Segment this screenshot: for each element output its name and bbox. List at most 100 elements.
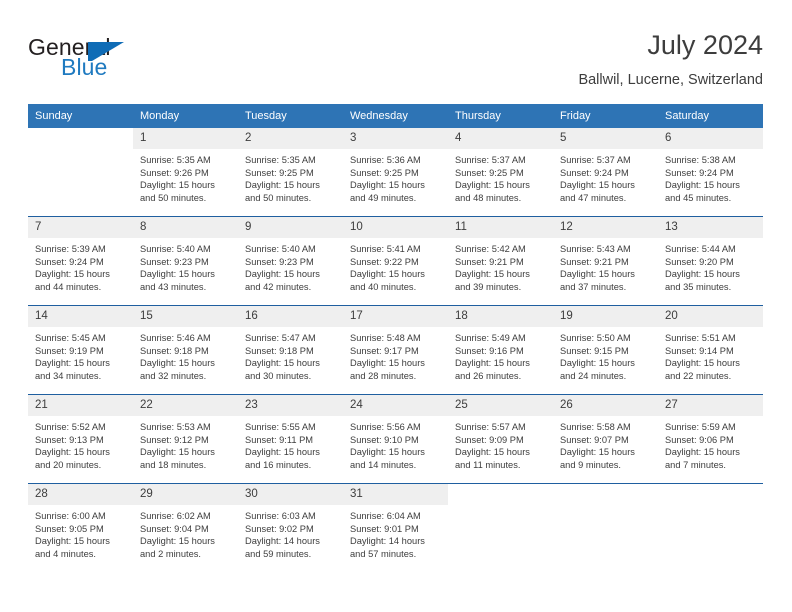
daylight-text-line1: Daylight: 15 hours: [140, 180, 215, 191]
sunset-text: Sunset: 9:02 PM: [245, 523, 314, 534]
calendar-day-cell[interactable]: 7 Sunrise: 5:39 AM Sunset: 9:24 PM Dayli…: [28, 216, 133, 306]
sunrise-text: Sunrise: 5:59 AM: [665, 422, 736, 432]
calendar-header-row: Sunday Monday Tuesday Wednesday Thursday…: [28, 104, 763, 128]
calendar-day-cell[interactable]: 13 Sunrise: 5:44 AM Sunset: 9:20 PM Dayl…: [658, 216, 763, 306]
day-details: Sunrise: 5:36 AM Sunset: 9:25 PM Dayligh…: [343, 149, 448, 204]
day-number: 29: [133, 484, 238, 505]
daylight-text-line1: Daylight: 15 hours: [560, 447, 635, 458]
day-number: [553, 484, 658, 505]
calendar-day-cell[interactable]: 30 Sunrise: 6:03 AM Sunset: 9:02 PM Dayl…: [238, 483, 343, 572]
calendar-day-cell[interactable]: 22 Sunrise: 5:53 AM Sunset: 9:12 PM Dayl…: [133, 394, 238, 484]
calendar-day-cell[interactable]: 12 Sunrise: 5:43 AM Sunset: 9:21 PM Dayl…: [553, 216, 658, 306]
daylight-text-line1: Daylight: 15 hours: [560, 269, 635, 280]
day-cell: 9 Sunrise: 5:40 AM Sunset: 9:23 PM Dayli…: [238, 217, 343, 305]
sunset-text: Sunset: 9:13 PM: [35, 434, 104, 445]
weekday-header-monday: Monday: [133, 104, 238, 128]
day-details: Sunrise: 5:49 AM Sunset: 9:16 PM Dayligh…: [448, 327, 553, 382]
sunrise-text: Sunrise: 6:00 AM: [35, 511, 106, 521]
weekday-header-thursday: Thursday: [448, 104, 553, 128]
calendar-day-cell[interactable]: 4 Sunrise: 5:37 AM Sunset: 9:25 PM Dayli…: [448, 128, 553, 217]
calendar-day-cell[interactable]: 11 Sunrise: 5:42 AM Sunset: 9:21 PM Dayl…: [448, 216, 553, 306]
daylight-text-line1: Daylight: 15 hours: [245, 358, 320, 369]
calendar-week-row: 21 Sunrise: 5:52 AM Sunset: 9:13 PM Dayl…: [28, 394, 763, 484]
title-block: July 2024 Ballwil, Lucerne, Switzerland: [578, 28, 763, 89]
calendar-day-cell[interactable]: 24 Sunrise: 5:56 AM Sunset: 9:10 PM Dayl…: [343, 394, 448, 484]
sunrise-text: Sunrise: 5:37 AM: [455, 155, 526, 165]
day-number: 26: [553, 395, 658, 416]
daylight-text-line2: and 57 minutes.: [350, 548, 417, 559]
day-cell: 1 Sunrise: 5:35 AM Sunset: 9:26 PM Dayli…: [133, 128, 238, 216]
calendar-day-cell[interactable]: [448, 483, 553, 572]
calendar-day-cell[interactable]: 5 Sunrise: 5:37 AM Sunset: 9:24 PM Dayli…: [553, 128, 658, 217]
daylight-text-line2: and 48 minutes.: [455, 192, 522, 203]
sunrise-text: Sunrise: 5:35 AM: [245, 155, 316, 165]
day-number: 18: [448, 306, 553, 327]
day-cell: 7 Sunrise: 5:39 AM Sunset: 9:24 PM Dayli…: [28, 217, 133, 305]
day-details: Sunrise: 5:45 AM Sunset: 9:19 PM Dayligh…: [28, 327, 133, 382]
calendar-day-cell[interactable]: 15 Sunrise: 5:46 AM Sunset: 9:18 PM Dayl…: [133, 305, 238, 395]
day-cell: 17 Sunrise: 5:48 AM Sunset: 9:17 PM Dayl…: [343, 306, 448, 394]
calendar-day-cell[interactable]: 23 Sunrise: 5:55 AM Sunset: 9:11 PM Dayl…: [238, 394, 343, 484]
calendar-day-cell[interactable]: 1 Sunrise: 5:35 AM Sunset: 9:26 PM Dayli…: [133, 128, 238, 217]
calendar-day-cell[interactable]: 10 Sunrise: 5:41 AM Sunset: 9:22 PM Dayl…: [343, 216, 448, 306]
sunset-text: Sunset: 9:06 PM: [665, 434, 734, 445]
day-cell: 27 Sunrise: 5:59 AM Sunset: 9:06 PM Dayl…: [658, 395, 763, 483]
day-cell: 15 Sunrise: 5:46 AM Sunset: 9:18 PM Dayl…: [133, 306, 238, 394]
calendar-day-cell[interactable]: 9 Sunrise: 5:40 AM Sunset: 9:23 PM Dayli…: [238, 216, 343, 306]
calendar-day-cell[interactable]: 16 Sunrise: 5:47 AM Sunset: 9:18 PM Dayl…: [238, 305, 343, 395]
day-cell: 5 Sunrise: 5:37 AM Sunset: 9:24 PM Dayli…: [553, 128, 658, 216]
daylight-text-line2: and 9 minutes.: [560, 459, 621, 470]
calendar-day-cell[interactable]: 27 Sunrise: 5:59 AM Sunset: 9:06 PM Dayl…: [658, 394, 763, 484]
day-details: Sunrise: 5:41 AM Sunset: 9:22 PM Dayligh…: [343, 238, 448, 293]
day-number: 2: [238, 128, 343, 149]
daylight-text-line1: Daylight: 15 hours: [455, 358, 530, 369]
sunrise-text: Sunrise: 6:02 AM: [140, 511, 211, 521]
calendar-day-cell[interactable]: 18 Sunrise: 5:49 AM Sunset: 9:16 PM Dayl…: [448, 305, 553, 395]
calendar-day-cell[interactable]: 6 Sunrise: 5:38 AM Sunset: 9:24 PM Dayli…: [658, 128, 763, 217]
day-details: Sunrise: 6:00 AM Sunset: 9:05 PM Dayligh…: [28, 505, 133, 560]
calendar-day-cell[interactable]: 20 Sunrise: 5:51 AM Sunset: 9:14 PM Dayl…: [658, 305, 763, 395]
sunrise-text: Sunrise: 5:38 AM: [665, 155, 736, 165]
calendar-day-cell[interactable]: [553, 483, 658, 572]
day-number: 27: [658, 395, 763, 416]
weekday-header-tuesday: Tuesday: [238, 104, 343, 128]
daylight-text-line1: Daylight: 15 hours: [245, 447, 320, 458]
day-number: [448, 484, 553, 505]
daylight-text-line1: Daylight: 15 hours: [140, 536, 215, 547]
calendar-day-cell[interactable]: 26 Sunrise: 5:58 AM Sunset: 9:07 PM Dayl…: [553, 394, 658, 484]
sunrise-text: Sunrise: 5:48 AM: [350, 333, 421, 343]
sunset-text: Sunset: 9:24 PM: [560, 167, 629, 178]
calendar-day-cell[interactable]: 29 Sunrise: 6:02 AM Sunset: 9:04 PM Dayl…: [133, 483, 238, 572]
general-blue-logo[interactable]: General Blue: [28, 34, 208, 90]
day-number: 14: [28, 306, 133, 327]
calendar-day-cell[interactable]: 21 Sunrise: 5:52 AM Sunset: 9:13 PM Dayl…: [28, 394, 133, 484]
sunset-text: Sunset: 9:18 PM: [245, 345, 314, 356]
calendar-day-cell[interactable]: 3 Sunrise: 5:36 AM Sunset: 9:25 PM Dayli…: [343, 128, 448, 217]
daylight-text-line2: and 22 minutes.: [665, 370, 732, 381]
calendar-day-cell[interactable]: 2 Sunrise: 5:35 AM Sunset: 9:25 PM Dayli…: [238, 128, 343, 217]
daylight-text-line2: and 20 minutes.: [35, 459, 102, 470]
sunrise-text: Sunrise: 5:41 AM: [350, 244, 421, 254]
sunrise-text: Sunrise: 6:03 AM: [245, 511, 316, 521]
calendar-day-cell[interactable]: [28, 128, 133, 217]
daylight-text-line1: Daylight: 15 hours: [665, 269, 740, 280]
sunrise-text: Sunrise: 5:52 AM: [35, 422, 106, 432]
calendar-day-cell[interactable]: 28 Sunrise: 6:00 AM Sunset: 9:05 PM Dayl…: [28, 483, 133, 572]
calendar-day-cell[interactable]: 25 Sunrise: 5:57 AM Sunset: 9:09 PM Dayl…: [448, 394, 553, 484]
calendar-day-cell[interactable]: 17 Sunrise: 5:48 AM Sunset: 9:17 PM Dayl…: [343, 305, 448, 395]
calendar-day-cell[interactable]: 31 Sunrise: 6:04 AM Sunset: 9:01 PM Dayl…: [343, 483, 448, 572]
calendar-day-cell[interactable]: [658, 483, 763, 572]
calendar-day-cell[interactable]: 14 Sunrise: 5:45 AM Sunset: 9:19 PM Dayl…: [28, 305, 133, 395]
day-cell: 11 Sunrise: 5:42 AM Sunset: 9:21 PM Dayl…: [448, 217, 553, 305]
sunset-text: Sunset: 9:24 PM: [665, 167, 734, 178]
day-details: Sunrise: 5:40 AM Sunset: 9:23 PM Dayligh…: [133, 238, 238, 293]
weekday-header-wednesday: Wednesday: [343, 104, 448, 128]
sunset-text: Sunset: 9:15 PM: [560, 345, 629, 356]
daylight-text-line1: Daylight: 15 hours: [665, 447, 740, 458]
calendar-day-cell[interactable]: 8 Sunrise: 5:40 AM Sunset: 9:23 PM Dayli…: [133, 216, 238, 306]
day-details: Sunrise: 5:39 AM Sunset: 9:24 PM Dayligh…: [28, 238, 133, 293]
day-number: 31: [343, 484, 448, 505]
calendar-day-cell[interactable]: 19 Sunrise: 5:50 AM Sunset: 9:15 PM Dayl…: [553, 305, 658, 395]
daylight-text-line2: and 24 minutes.: [560, 370, 627, 381]
daylight-text-line1: Daylight: 15 hours: [560, 180, 635, 191]
